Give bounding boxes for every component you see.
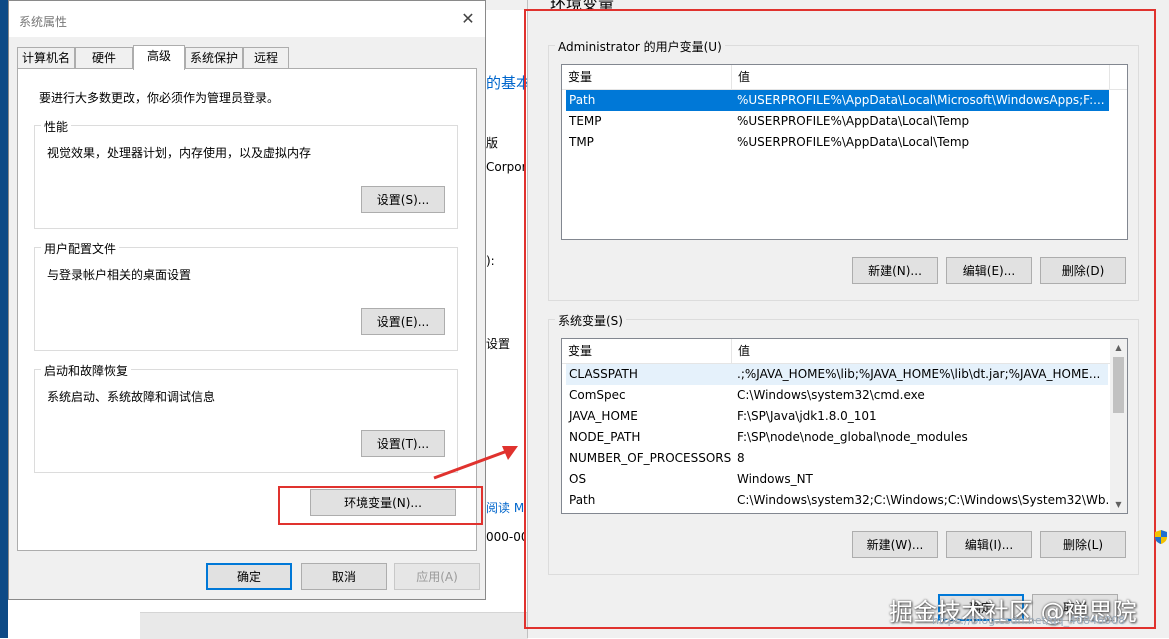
table-row[interactable]: CLASSPATH .;%JAVA_HOME%\lib;%JAVA_HOME%\… xyxy=(566,364,1108,385)
system-variables-list[interactable]: 变量 值 CLASSPATH .;%JAVA_HOME%\lib;%JAVA_H… xyxy=(561,338,1128,514)
group-description: 与登录帐户相关的桌面设置 xyxy=(47,268,192,282)
list-header: 变量 值 xyxy=(562,65,1127,90)
dialog-title: 环境变量 xyxy=(550,0,615,13)
variable-value: Windows_NT xyxy=(737,472,813,486)
system-variables-group: 系统变量(S) 变量 值 CLASSPATH .;%JAVA_HOME%\lib… xyxy=(548,312,1139,575)
bg-heading-fragment: 的基本 xyxy=(486,74,532,92)
variable-name: TMP xyxy=(569,135,594,149)
dialog-title: 系统属性 xyxy=(19,15,68,29)
variable-value: C:\Windows\system32\cmd.exe xyxy=(737,388,925,402)
table-row[interactable]: OS Windows_NT xyxy=(566,469,1108,490)
system-new-button[interactable]: 新建(W)... xyxy=(852,531,938,558)
cancel-button[interactable]: 取消 xyxy=(301,563,387,590)
bg-edition-fragment: 版 xyxy=(486,136,499,150)
dialog-titlebar: 系统属性 ✕ xyxy=(9,1,485,37)
variable-name: OS xyxy=(569,472,587,486)
user-variables-group: Administrator 的用户变量(U) 变量 值 Path %USERPR… xyxy=(548,38,1139,301)
ok-button[interactable]: 确定 xyxy=(206,563,292,590)
group-title: 启动和故障恢复 xyxy=(41,362,132,379)
system-properties-dialog: 系统属性 ✕ 计算机名 硬件 高级 系统保护 远程 要进行大多数更改，你必须作为… xyxy=(8,0,486,600)
table-row[interactable]: ComSpec C:\Windows\system32\cmd.exe xyxy=(566,385,1108,406)
bg-id-fragment: 000-000 xyxy=(486,530,526,544)
column-header-variable[interactable]: 变量 xyxy=(562,65,732,89)
advanced-tab-panel: 要进行大多数更改，你必须作为管理员登录。 性能 视觉效果，处理器计划，内存使用，… xyxy=(17,68,477,551)
performance-settings-button[interactable]: 设置(S)... xyxy=(361,186,445,213)
bg-settings-fragment: 设置 xyxy=(486,337,511,351)
column-header-value[interactable]: 值 xyxy=(732,65,1110,89)
variable-name: TEMP xyxy=(569,114,602,128)
table-row[interactable]: Path C:\Windows\system32;C:\Windows;C:\W… xyxy=(566,490,1108,511)
group-title: 用户配置文件 xyxy=(41,240,120,257)
user-profiles-group: 用户配置文件 与登录帐户相关的桌面设置 设置(E)... xyxy=(34,240,458,351)
scrollbar-thumb[interactable] xyxy=(1113,357,1124,413)
variable-value: F:\SP\Java\jdk1.8.0_101 xyxy=(737,409,877,423)
variable-name: NUMBER_OF_PROCESSORS xyxy=(569,451,732,465)
variable-value: %USERPROFILE%\AppData\Local\Microsoft\Wi… xyxy=(737,93,1105,107)
group-description: 系统启动、系统故障和调试信息 xyxy=(47,390,216,404)
variable-value: %USERPROFILE%\AppData\Local\Temp xyxy=(737,135,970,149)
variable-name: JAVA_HOME xyxy=(569,409,638,423)
performance-group: 性能 视觉效果，处理器计划，内存使用，以及虚拟内存 设置(S)... xyxy=(34,118,458,229)
scroll-down-arrow-icon[interactable]: ▼ xyxy=(1110,496,1127,513)
admin-note: 要进行大多数更改，你必须作为管理员登录。 xyxy=(39,91,280,105)
bg-colon-fragment: ): xyxy=(486,254,495,268)
scroll-up-arrow-icon[interactable]: ▲ xyxy=(1110,339,1127,356)
environment-variables-button[interactable]: 环境变量(N)... xyxy=(310,489,456,516)
watermark-url: https://blog.csdn.net/qq_40846008 xyxy=(932,614,1126,627)
user-profiles-settings-button[interactable]: 设置(E)... xyxy=(361,308,445,335)
bg-read-link[interactable]: 阅读 Mic xyxy=(486,499,526,516)
startup-recovery-group: 启动和故障恢复 系统启动、系统故障和调试信息 设置(T)... xyxy=(34,362,458,473)
uac-shield-icon xyxy=(1155,530,1167,544)
apply-button[interactable]: 应用(A) xyxy=(394,563,480,590)
table-row[interactable]: NODE_PATH F:\SP\node\node_global\node_mo… xyxy=(566,427,1108,448)
user-new-button[interactable]: 新建(N)... xyxy=(852,257,938,284)
table-row[interactable]: TMP %USERPROFILE%\AppData\Local\Temp xyxy=(566,132,1109,153)
tab-hardware[interactable]: 硬件 xyxy=(75,47,133,68)
table-row[interactable]: NUMBER_OF_PROCESSORS 8 xyxy=(566,448,1108,469)
desktop-edge xyxy=(0,0,8,638)
group-title: 系统变量(S) xyxy=(555,312,626,329)
table-row[interactable]: JAVA_HOME F:\SP\Java\jdk1.8.0_101 xyxy=(566,406,1108,427)
group-title: 性能 xyxy=(41,118,72,135)
variable-name: ComSpec xyxy=(569,388,626,402)
variable-name: Path xyxy=(569,93,596,107)
variable-value: 8 xyxy=(737,451,745,465)
tab-remote[interactable]: 远程 xyxy=(243,47,289,68)
user-variables-list[interactable]: 变量 值 Path %USERPROFILE%\AppData\Local\Mi… xyxy=(561,64,1128,240)
user-edit-button[interactable]: 编辑(E)... xyxy=(946,257,1032,284)
group-description: 视觉效果，处理器计划，内存使用，以及虚拟内存 xyxy=(47,146,312,160)
annotation-arrow-icon xyxy=(433,446,518,480)
system-window-footer xyxy=(140,612,528,639)
group-title: Administrator 的用户变量(U) xyxy=(555,38,725,55)
close-icon[interactable]: ✕ xyxy=(451,5,485,33)
list-header: 变量 值 xyxy=(562,339,1112,364)
tab-computer-name[interactable]: 计算机名 xyxy=(17,47,75,68)
system-edit-button[interactable]: 编辑(I)... xyxy=(946,531,1032,558)
vertical-scrollbar[interactable]: ▲ ▼ xyxy=(1110,339,1127,513)
variable-value: .;%JAVA_HOME%\lib;%JAVA_HOME%\lib\dt.jar… xyxy=(737,367,1101,381)
user-delete-button[interactable]: 删除(D) xyxy=(1040,257,1126,284)
environment-variables-dialog: 环境变量 Administrator 的用户变量(U) 变量 值 Path %U… xyxy=(527,0,1169,638)
column-header-value[interactable]: 值 xyxy=(732,339,1112,363)
tab-system-protection[interactable]: 系统保护 xyxy=(185,47,243,68)
table-row[interactable]: TEMP %USERPROFILE%\AppData\Local\Temp xyxy=(566,111,1109,132)
table-row[interactable]: Path %USERPROFILE%\AppData\Local\Microso… xyxy=(566,90,1109,111)
bg-corp-fragment: Corpor xyxy=(486,160,526,174)
variable-name: CLASSPATH xyxy=(569,367,638,381)
variable-value: %USERPROFILE%\AppData\Local\Temp xyxy=(737,114,970,128)
variable-name: NODE_PATH xyxy=(569,430,641,444)
tab-advanced[interactable]: 高级 xyxy=(133,45,185,70)
system-delete-button[interactable]: 删除(L) xyxy=(1040,531,1126,558)
column-header-variable[interactable]: 变量 xyxy=(562,339,732,363)
variable-name: Path xyxy=(569,493,596,507)
variable-value: F:\SP\node\node_global\node_modules xyxy=(737,430,968,444)
variable-value: C:\Windows\system32;C:\Windows;C:\Window… xyxy=(737,493,1108,507)
